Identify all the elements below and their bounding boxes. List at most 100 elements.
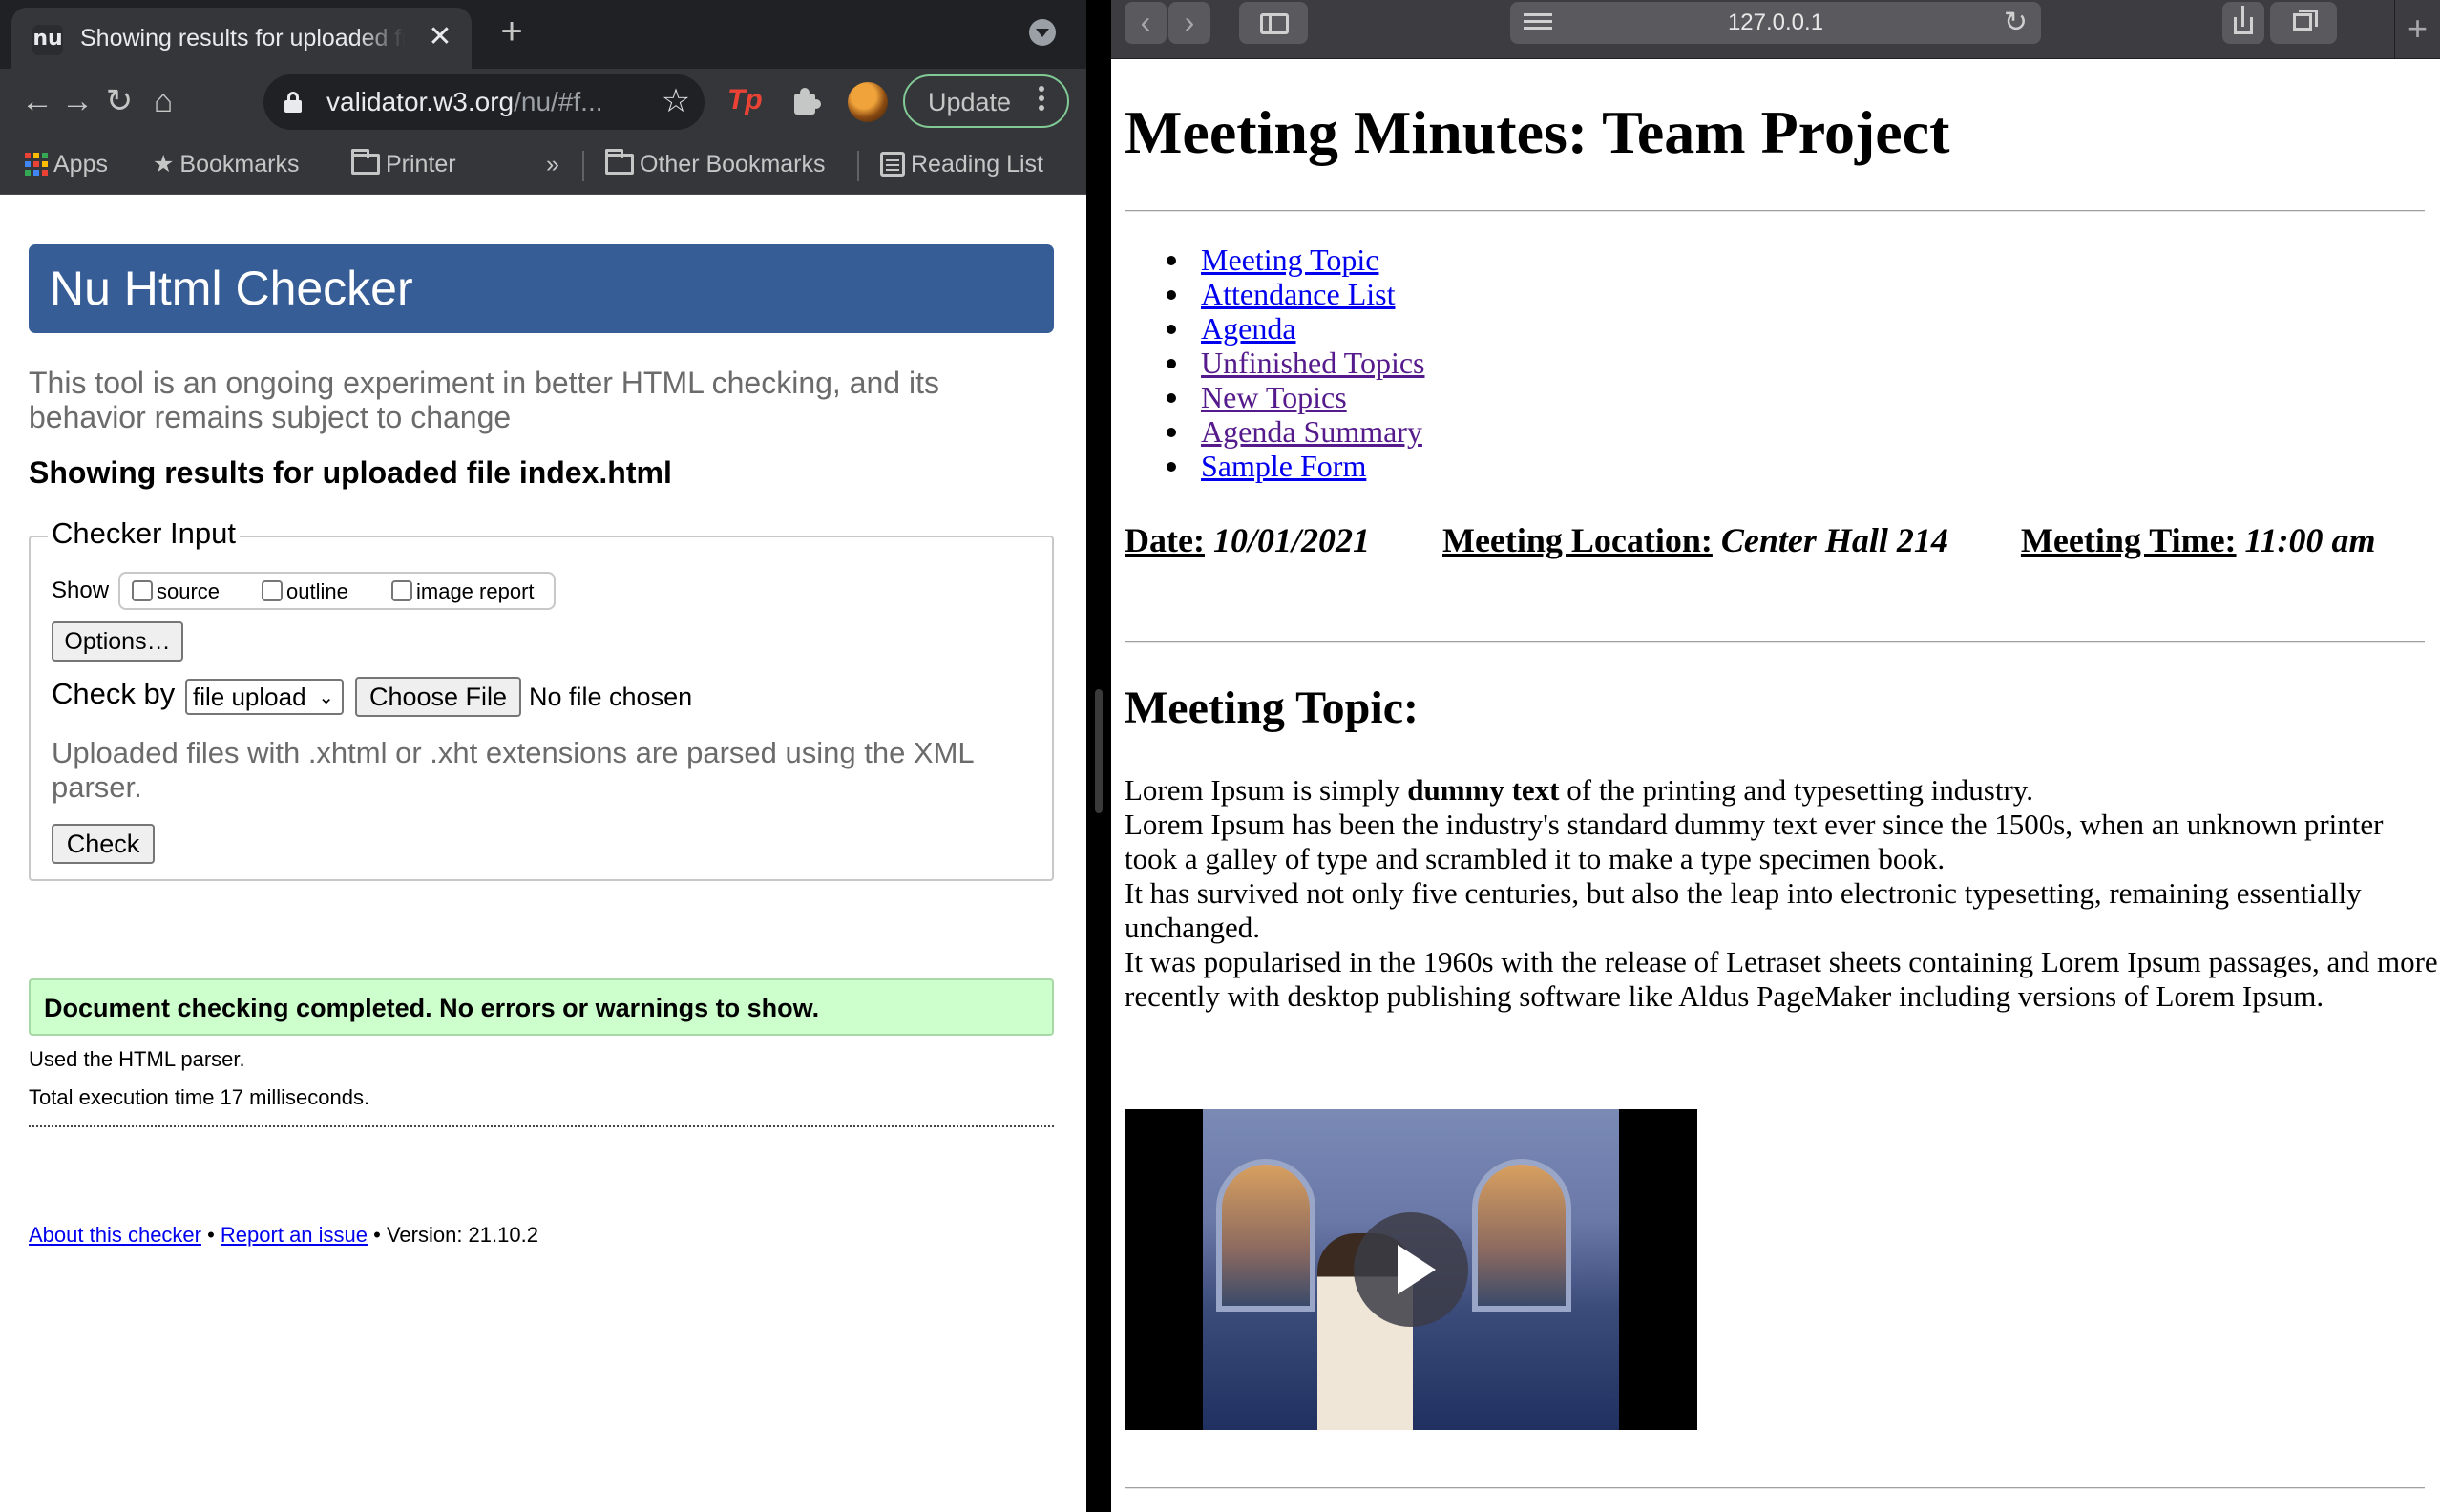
- check-by-select[interactable]: file upload ⌄: [185, 679, 344, 715]
- toc-item: Unfinished Topics: [1125, 346, 1424, 380]
- safari-toolbar: ‹ › 127.0.0.1 ↻ +: [1111, 0, 2440, 59]
- bookmark-star-icon[interactable]: ☆: [655, 80, 697, 122]
- sidebar-toggle-icon[interactable]: [1239, 2, 1308, 44]
- toc-item: Sample Form: [1125, 449, 1424, 483]
- forward-arrow-icon[interactable]: →: [55, 80, 99, 124]
- chevron-down-icon: ⌄: [318, 687, 334, 708]
- lorem-line-3: It has survived not only five centuries,…: [1125, 876, 2362, 944]
- intro-text: This tool is an ongoing experiment in be…: [29, 366, 939, 434]
- toc-link-unfinished-topics[interactable]: Unfinished Topics: [1201, 346, 1424, 380]
- close-tab-icon[interactable]: ✕: [424, 21, 456, 53]
- check-by-label: Check by: [52, 677, 176, 710]
- select-value: file upload: [193, 682, 306, 711]
- checkbox-box[interactable]: [262, 580, 283, 601]
- tab-strip: nu Showing results for uploaded file ind…: [0, 0, 1086, 69]
- success-message: Document checking completed. No errors o…: [44, 994, 820, 1022]
- address-bar[interactable]: validator.w3.org/nu/#f... ☆: [263, 74, 705, 130]
- lorem-line-1: Lorem Ipsum is simply: [1125, 773, 1408, 807]
- split-view-divider[interactable]: [1086, 0, 1111, 1512]
- bookmark-apps[interactable]: Apps: [25, 147, 108, 181]
- back-chevron-icon[interactable]: ‹: [1125, 2, 1167, 44]
- options-button[interactable]: Options…: [52, 621, 183, 662]
- show-options-group: source outline image report: [118, 572, 556, 610]
- results-heading: Showing results for uploaded file index.…: [29, 455, 672, 490]
- check-button[interactable]: Check: [52, 824, 155, 864]
- parser-info: Used the HTML parser.: [29, 1047, 245, 1071]
- home-icon[interactable]: ⌂: [141, 80, 185, 124]
- choose-file-button[interactable]: Choose File: [355, 677, 521, 717]
- horizontal-rule: [1125, 1487, 2425, 1489]
- fieldset-legend: Checker Input: [48, 516, 240, 551]
- new-tab-icon[interactable]: +: [493, 12, 531, 52]
- date-value: 10/01/2021: [1212, 521, 1370, 559]
- checkbox-box[interactable]: [132, 580, 153, 601]
- about-checker-link[interactable]: About this checker: [29, 1223, 201, 1247]
- bookmark-other-bookmarks[interactable]: Other Bookmarks: [605, 147, 826, 181]
- reload-icon[interactable]: ↻: [2004, 6, 2028, 39]
- report-issue-link[interactable]: Report an issue: [221, 1223, 368, 1247]
- execution-time-info: Total execution time 17 milliseconds.: [29, 1085, 370, 1109]
- toc-link-sample-form[interactable]: Sample Form: [1201, 449, 1366, 483]
- bookmark-label: Apps: [53, 151, 108, 178]
- checkbox-image-report[interactable]: image report: [391, 579, 535, 604]
- location-label: Meeting Location:: [1441, 521, 1713, 559]
- more-menu-icon[interactable]: [1035, 86, 1048, 116]
- tabs-overview-icon[interactable]: [2270, 2, 2337, 44]
- tp-extension-icon[interactable]: Tp: [727, 84, 763, 116]
- bookmark-label: Printer: [386, 151, 456, 178]
- show-label: Show: [52, 578, 110, 603]
- time-label: Meeting Time:: [2020, 521, 2237, 559]
- toc-link-agenda-summary[interactable]: Agenda Summary: [1201, 414, 1422, 449]
- star-icon: ★: [153, 151, 175, 178]
- toc-link-agenda[interactable]: Agenda: [1201, 311, 1296, 346]
- lock-icon[interactable]: [284, 92, 302, 113]
- toc-link-meeting-topic[interactable]: Meeting Topic: [1201, 242, 1378, 277]
- reload-icon[interactable]: ↻: [97, 80, 141, 124]
- extensions-puzzle-icon[interactable]: [789, 86, 821, 118]
- divider-handle[interactable]: [1095, 689, 1103, 813]
- lorem-line-1-end: of the printing and typesetting industry…: [1559, 773, 2034, 807]
- toc-link-new-topics[interactable]: New Topics: [1201, 380, 1347, 414]
- tab-search-icon[interactable]: [1029, 19, 1056, 46]
- update-button[interactable]: Update: [903, 74, 1069, 128]
- bookmark-reading-list[interactable]: Reading List: [880, 147, 1043, 181]
- checkbox-source[interactable]: source: [132, 579, 220, 604]
- browser-tab[interactable]: nu Showing results for uploaded file ind…: [11, 8, 472, 69]
- checker-footer: About this checker • Report an issue • V…: [29, 1223, 538, 1248]
- toc-item: Attendance List: [1125, 277, 1424, 311]
- safari-address-bar[interactable]: 127.0.0.1 ↻: [1510, 2, 2041, 44]
- checkbox-box[interactable]: [391, 580, 412, 601]
- bookmark-printer[interactable]: Printer: [351, 147, 456, 181]
- checkbox-outline[interactable]: outline: [262, 579, 348, 604]
- video-arch: [1216, 1159, 1315, 1312]
- video-player[interactable]: [1125, 1109, 1697, 1430]
- safari-url: 127.0.0.1: [1727, 10, 1824, 35]
- new-tab-plus-icon[interactable]: +: [2394, 0, 2440, 59]
- toc-item: Agenda: [1125, 311, 1424, 346]
- toc-item: Meeting Topic: [1125, 242, 1424, 277]
- share-icon[interactable]: [2222, 2, 2264, 44]
- bookmarks-overflow-chevron[interactable]: »: [546, 147, 559, 181]
- toc-link-attendance-list[interactable]: Attendance List: [1201, 277, 1395, 311]
- video-arch: [1472, 1159, 1571, 1312]
- lorem-line-4: It was popularised in the 1960s with the…: [1125, 945, 2438, 1013]
- url-path: /nu/#f...: [514, 87, 603, 116]
- xml-parser-note: Uploaded files with .xhtml or .xht exten…: [52, 736, 974, 804]
- back-arrow-icon[interactable]: ←: [15, 80, 59, 124]
- bookmark-bookmarks[interactable]: ★ Bookmarks: [153, 147, 299, 181]
- profile-avatar[interactable]: [848, 82, 888, 122]
- toc-item: New Topics: [1125, 380, 1424, 414]
- forward-chevron-icon[interactable]: ›: [1168, 2, 1210, 44]
- meeting-topic-heading: Meeting Topic:: [1125, 682, 1419, 733]
- validator-page: Nu Html Checker This tool is an ongoing …: [0, 196, 1086, 1512]
- horizontal-rule: [1125, 210, 2425, 212]
- reading-list-icon: [880, 152, 905, 177]
- safari-window: ‹ › 127.0.0.1 ↻ + Meeting Minutes: Team …: [1111, 0, 2440, 1512]
- address-url: validator.w3.org/nu/#f...: [326, 87, 603, 117]
- play-icon[interactable]: [1354, 1212, 1468, 1327]
- browser-toolbar: ← → ↻ ⌂ validator.w3.org/nu/#f... ☆ Tp U…: [0, 69, 1086, 136]
- meeting-details: Date: 10/01/2021 Meeting Location: Center…: [1125, 519, 2432, 561]
- bookmark-label: Bookmarks: [179, 151, 300, 178]
- lorem-line-2: Lorem Ipsum has been the industry's stan…: [1125, 808, 2384, 875]
- checkbox-label: outline: [286, 579, 348, 603]
